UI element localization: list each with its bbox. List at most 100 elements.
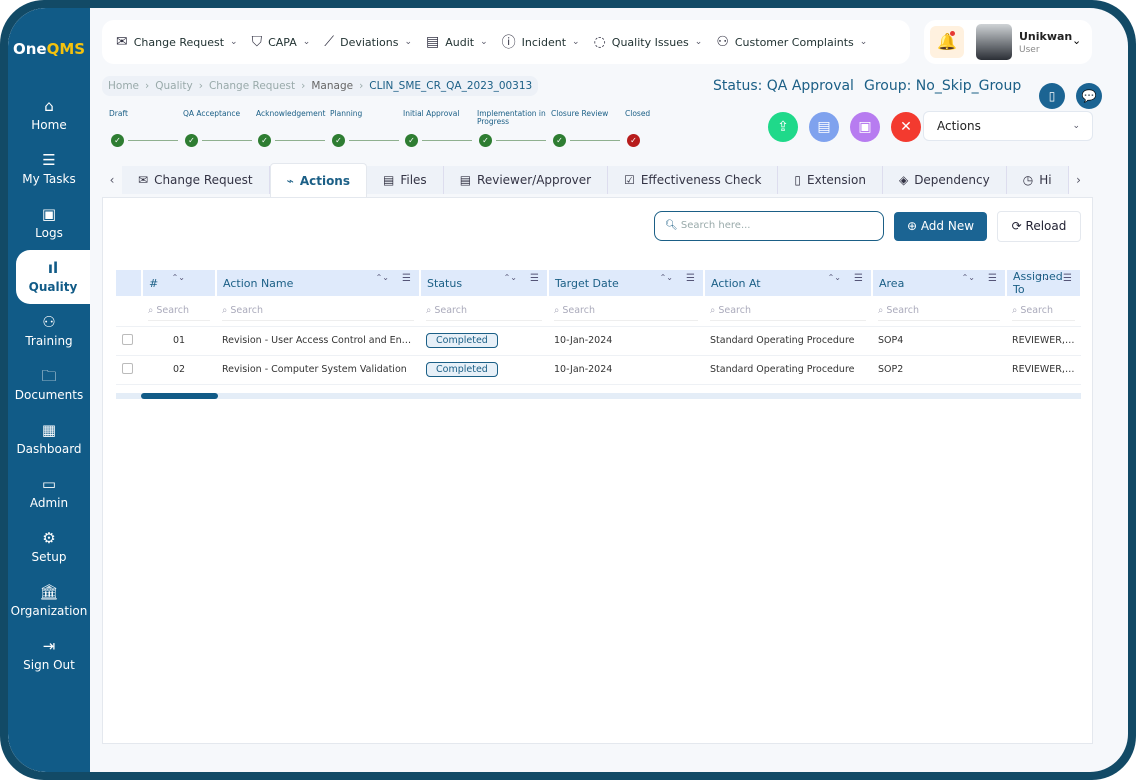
nav-capa[interactable]: ⛉ CAPA ⌄ bbox=[252, 34, 311, 50]
column-header-area[interactable]: Area ⌃⌄ ☰ bbox=[872, 270, 1007, 296]
sidebar-item-training[interactable]: ⚇ Training bbox=[8, 304, 90, 358]
nav-deviations[interactable]: ⟋ Deviations ⌄ bbox=[324, 34, 412, 50]
nav-audit[interactable]: ▤ Audit ⌄ bbox=[426, 34, 488, 50]
sort-icon[interactable]: ⌃⌄ bbox=[828, 273, 841, 282]
sidebar-item-setup[interactable]: ⚙ Setup bbox=[8, 520, 90, 574]
column-header-assigned-to[interactable]: Assigned To ⌃⌄ ☰ bbox=[1006, 270, 1082, 296]
effectiveness-check-icon: ☑ bbox=[624, 173, 635, 187]
workflow-stepper: Draft ✓ QA Acceptance ✓ Acknowledgement ✓ Plan… bbox=[100, 110, 660, 150]
sidebar-item-admin[interactable]: ▭ Admin bbox=[8, 466, 90, 520]
tab-dependency[interactable]: ◈ Dependency bbox=[882, 166, 1007, 194]
nav-incident[interactable]: ⓘ Incident ⌄ bbox=[502, 32, 580, 52]
column-search-input[interactable]: ⌕ Search bbox=[554, 301, 698, 321]
sidebar-item-home[interactable]: ⌂ Home bbox=[8, 88, 90, 142]
sidebar-item-label: Home bbox=[31, 118, 67, 132]
row-checkbox[interactable] bbox=[122, 333, 133, 345]
search-input[interactable]: 🔍︎ Search here... bbox=[654, 211, 884, 241]
sidebar-item-documents[interactable]: 🗀 Documents bbox=[8, 358, 90, 412]
cell-assigned-to: REVIEWER, SK bbox=[1006, 355, 1081, 385]
breadcrumb-item[interactable]: Change Request bbox=[209, 80, 295, 92]
actions-select[interactable]: Actions ⌄ bbox=[923, 111, 1093, 141]
step-connector bbox=[496, 140, 546, 141]
tab-label: Effectiveness Check bbox=[640, 173, 762, 187]
breadcrumb-item[interactable]: Manage bbox=[311, 80, 353, 92]
chevron-down-icon: ⌄ bbox=[302, 37, 311, 47]
column-search-input[interactable]: ⌕ Search bbox=[426, 301, 542, 321]
sidebar-item-logs[interactable]: ▣ Logs bbox=[8, 196, 90, 250]
breadcrumb-item[interactable]: Home bbox=[108, 80, 139, 92]
tab-change-request[interactable]: ✉ Change Request bbox=[122, 166, 270, 194]
sort-icon[interactable]: ⌃⌄ bbox=[962, 273, 975, 282]
chevron-right-icon[interactable]: › bbox=[1069, 173, 1089, 187]
column-header-[interactable]: # ⌃⌄ bbox=[142, 270, 217, 296]
tab-extension[interactable]: ▯ Extension bbox=[778, 166, 883, 194]
horizontal-scrollbar[interactable] bbox=[116, 393, 1081, 399]
column-search-input[interactable]: ⌕ Search bbox=[1012, 301, 1075, 321]
column-header-target-date[interactable]: Target Date ⌃⌄ ☰ bbox=[548, 270, 705, 296]
tab-label: Reviewer/Approver bbox=[477, 173, 592, 187]
column-search-input[interactable]: ⌕ Search bbox=[710, 301, 866, 321]
search-placeholder: Search bbox=[434, 304, 467, 316]
tab-files[interactable]: ▤ Files bbox=[367, 166, 444, 194]
filter-icon[interactable]: ☰ bbox=[402, 273, 411, 284]
my-tasks-icon: ☰ bbox=[42, 151, 56, 169]
reload-button[interactable]: ⟳ Reload bbox=[997, 211, 1081, 242]
filter-icon[interactable]: ☰ bbox=[686, 273, 695, 284]
close-icon[interactable]: ✕ bbox=[891, 112, 921, 142]
save-icon[interactable]: ▣ bbox=[850, 112, 880, 142]
table-row[interactable]: 02 Revision - Computer System Validation C… bbox=[116, 355, 1081, 385]
column-search-input[interactable]: ⌕ Search bbox=[148, 301, 210, 321]
chevron-right-icon: › bbox=[198, 80, 203, 92]
tab-actions[interactable]: ⌁ Actions bbox=[269, 163, 367, 197]
cell-action-at: Standard Operating Procedure bbox=[704, 355, 872, 385]
nav-label: Deviations bbox=[340, 35, 399, 49]
sidebar-item-my-tasks[interactable]: ☰ My Tasks bbox=[8, 142, 90, 196]
chevron-down-icon[interactable]: ⌄ bbox=[1072, 34, 1081, 47]
column-header-status[interactable]: Status ⌃⌄ ☰ bbox=[420, 270, 549, 296]
column-search-cell: ⌕ Search bbox=[142, 296, 216, 327]
nav-customer-complaints[interactable]: ⚇ Customer Complaints ⌄ bbox=[716, 34, 867, 50]
sidebar-item-quality[interactable]: ıl Quality bbox=[16, 250, 90, 304]
document-icon[interactable]: ▯ bbox=[1039, 83, 1065, 109]
breadcrumb-item[interactable]: Quality bbox=[155, 80, 193, 92]
sort-icon[interactable]: ⌃⌄ bbox=[376, 273, 389, 282]
tab-reviewer-approver[interactable]: ▤ Reviewer/Approver bbox=[443, 166, 609, 194]
breadcrumb-item[interactable]: CLIN_SME_CR_QA_2023_00313 bbox=[369, 80, 532, 92]
sidebar-item-dashboard[interactable]: ▦ Dashboard bbox=[8, 412, 90, 466]
nav-quality-issues[interactable]: ◌ Quality Issues ⌄ bbox=[594, 34, 703, 50]
sidebar-nav: ⌂ Home ☰ My Tasks ▣ Logs ıl Quality ⚇ Training 🗀 Do… bbox=[8, 88, 90, 682]
tab-bar: ‹ ✉ Change Request ⌁ Actions ▤ Files ▤ Reviewer/… bbox=[102, 163, 1092, 197]
select-column bbox=[116, 270, 143, 296]
tab-effectiveness-check[interactable]: ☑ Effectiveness Check bbox=[608, 166, 779, 194]
filter-icon[interactable]: ☰ bbox=[988, 273, 997, 284]
column-header-action-at[interactable]: Action At ⌃⌄ ☰ bbox=[704, 270, 873, 296]
sort-icon[interactable]: ⌃⌄ bbox=[172, 273, 185, 282]
filter-icon[interactable]: ☰ bbox=[1063, 273, 1072, 284]
upload-icon[interactable]: ⇪ bbox=[768, 112, 798, 142]
sort-icon[interactable]: ⌃⌄ bbox=[1037, 273, 1050, 282]
filter-icon[interactable]: ☰ bbox=[854, 273, 863, 284]
add-new-button[interactable]: ⊕ Add New bbox=[894, 212, 987, 241]
filter-icon[interactable]: ☰ bbox=[530, 273, 539, 284]
column-header-action-name[interactable]: Action Name ⌃⌄ ☰ bbox=[216, 270, 421, 296]
row-checkbox[interactable] bbox=[122, 362, 133, 374]
sidebar-item-sign-out[interactable]: ⇥ Sign Out bbox=[8, 628, 90, 682]
sort-icon[interactable]: ⌃⌄ bbox=[504, 273, 517, 282]
bell-icon[interactable]: 🔔 bbox=[930, 26, 964, 58]
sidebar-item-organization[interactable]: 🏛 Organization bbox=[8, 574, 90, 628]
cell-area: SOP2 bbox=[872, 355, 1006, 385]
step-connector bbox=[128, 140, 178, 141]
column-search-input[interactable]: ⌕ Search bbox=[222, 301, 414, 321]
sort-icon[interactable]: ⌃⌄ bbox=[660, 273, 673, 282]
chevron-left-icon[interactable]: ‹ bbox=[102, 173, 122, 187]
chevron-down-icon: ⌄ bbox=[859, 37, 868, 47]
avatar bbox=[976, 24, 1012, 60]
review-document-icon[interactable]: ▤ bbox=[809, 112, 839, 142]
nav-change-request[interactable]: ✉ Change Request ⌄ bbox=[116, 34, 238, 50]
chat-icon[interactable]: 💬 bbox=[1076, 83, 1102, 109]
table-row[interactable]: 01 Revision - User Access Control and Ent… bbox=[116, 326, 1081, 356]
setup-icon: ⚙ bbox=[42, 529, 56, 547]
column-search-input[interactable]: ⌕ Search bbox=[878, 301, 1000, 321]
tab-hi[interactable]: ◷ Hi bbox=[1006, 166, 1069, 194]
scrollbar-thumb[interactable] bbox=[141, 393, 218, 399]
